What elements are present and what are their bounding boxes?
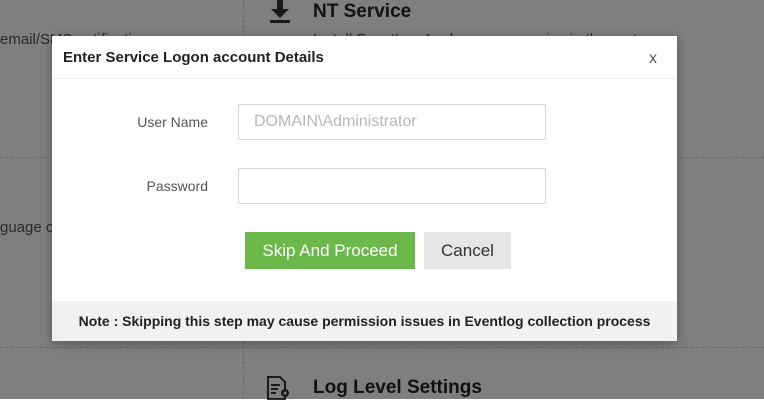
service-logon-dialog: Enter Service Logon account Details x Us… — [52, 36, 677, 341]
permission-note: Note : Skipping this step may cause perm… — [78, 313, 651, 329]
username-label: User Name — [137, 114, 208, 130]
skip-and-proceed-button[interactable]: Skip And Proceed — [245, 232, 415, 269]
close-button[interactable]: x — [649, 50, 657, 68]
password-input[interactable] — [238, 168, 546, 204]
dialog-title: Enter Service Logon account Details — [63, 49, 324, 66]
password-label: Password — [146, 178, 208, 194]
dialog-footer: Note : Skipping this step may cause perm… — [52, 301, 677, 341]
username-input[interactable] — [238, 104, 546, 140]
cancel-button[interactable]: Cancel — [424, 232, 511, 269]
dialog-header: Enter Service Logon account Details x — [52, 36, 677, 79]
